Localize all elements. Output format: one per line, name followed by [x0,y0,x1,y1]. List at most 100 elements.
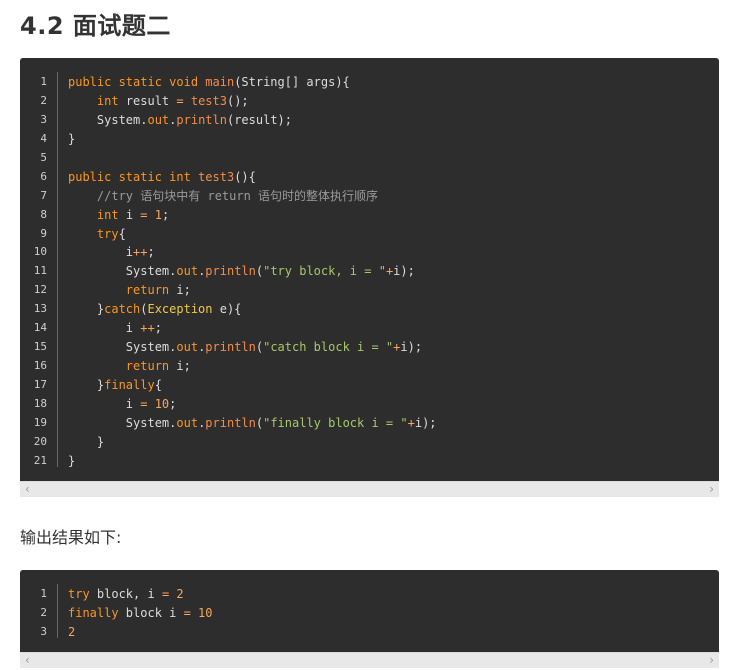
line-number: 1 [40,75,47,88]
code-token: i); [393,264,415,279]
scroll-right-icon[interactable]: › [709,653,714,668]
line-number: 5 [40,150,47,164]
code-token: static [118,169,170,184]
code-token: test3 [198,169,235,184]
code-text: } [68,433,104,452]
code-token: "catch block i = " [263,340,394,355]
output-intro-text: 输出结果如下: [20,528,122,547]
code-line: 4} [20,130,719,149]
code-token: i); [414,415,437,430]
code-token: = [176,93,191,108]
code-line: 12 return i; [20,281,719,300]
code-line: 8 int i = 1; [20,206,719,225]
code-line: 14 i ++; [20,319,719,338]
code-text: public static void main(String[] args){ [68,73,350,92]
code-line: 15 System.out.println("catch block i = "… [20,338,719,357]
line-number: 17 [33,378,47,391]
code-token: } [68,434,105,449]
code-line: 5 [20,149,719,168]
code-line: 32 [20,623,719,642]
code-text: try block, i = 2 [68,585,184,604]
code-token: (String[] args){ [234,75,350,89]
code-token: block i [125,605,184,620]
code-token: out [147,112,170,127]
code-token: System. [68,340,177,355]
scroll-left-icon[interactable]: ‹ [25,482,30,497]
code-token: try [68,587,97,601]
line-number: 11 [33,264,47,278]
code-text: System.out.println("finally block i = "+… [68,414,437,433]
code-line: 13 }catch(Exception e){ [20,300,719,319]
code-token: (){ [234,169,256,184]
code-text: i = 10; [68,395,177,414]
horizontal-scrollbar[interactable]: ‹ › [20,481,719,497]
line-number: 14 [33,321,47,335]
code-token: (result); [226,112,293,127]
code-token: catch [104,302,141,317]
code-token: return [125,359,177,374]
code-token: { [118,226,126,241]
line-number: 4 [40,131,47,145]
line-number: 13 [33,302,47,316]
code-block-java: 1 public static void main(String[] args){… [20,58,719,481]
code-token: println [205,340,256,355]
line-number: 7 [40,188,47,202]
code-line: 20 } [20,433,719,452]
line-number: 15 [33,340,47,354]
line-number: 16 [33,359,47,373]
code-text: System.out.println("catch block i = "+i)… [68,338,422,357]
line-number: 8 [40,207,47,221]
code-token: int [96,207,126,222]
code-token: System. [68,112,148,127]
code-token: i [68,396,141,411]
code-token: int [96,93,126,108]
code-text: int i = 1; [68,206,169,225]
code-line: 7 //try 语句块中有 return 语句时的整体执行顺序 [20,187,719,206]
code-token: } [68,378,105,392]
code-token: i; [176,283,191,298]
code-token: "try block, i = " [263,264,386,279]
line-number: 3 [40,112,47,126]
code-token: "finally block i = " [263,415,408,430]
code-token: //try 语句块中有 return 语句时的整体执行顺序 [68,188,379,203]
scroll-right-icon[interactable]: › [709,482,714,497]
code-token: i [68,321,141,336]
code-token: block, i [96,587,162,601]
code-token: ++ [140,321,155,336]
line-number: 2 [40,605,47,619]
code-token: out [176,264,199,279]
code-token: return [125,283,177,298]
code-token: + [407,415,415,430]
code-token: = 10 [183,605,213,620]
line-number: 9 [40,226,47,240]
code-token: { [154,378,162,392]
code-token: out [176,340,199,355]
code-text: finally block i = 10 [68,604,213,623]
code-line: 17 }finally{ [20,376,719,395]
code-token: main [205,75,235,89]
code-text: System.out.println("try block, i = "+i); [68,262,415,281]
code-token: } [68,302,105,317]
code-token: out [176,415,199,430]
code-line: 3 System.out.println(result); [20,111,719,130]
code-token: i; [176,359,191,374]
code-line: 21} [20,452,719,471]
code-line: 2 finally block i = 10 [20,604,719,623]
horizontal-scrollbar[interactable]: ‹ › [20,652,719,668]
code-line: 1 public static void main(String[] args){ [20,73,719,92]
code-token: void [169,75,206,89]
code-token: i [68,245,134,260]
line-number: 3 [40,624,47,638]
code-token: ++ [133,245,148,260]
code-text: 2 [68,623,75,642]
code-token: ; [154,321,162,336]
scroll-left-icon[interactable]: ‹ [25,653,30,668]
code-text: return i; [68,281,191,300]
code-token: test3 [190,93,227,108]
code-token: ; [161,207,170,222]
code-token: = 2 [161,587,184,601]
line-number: 2 [40,93,47,107]
